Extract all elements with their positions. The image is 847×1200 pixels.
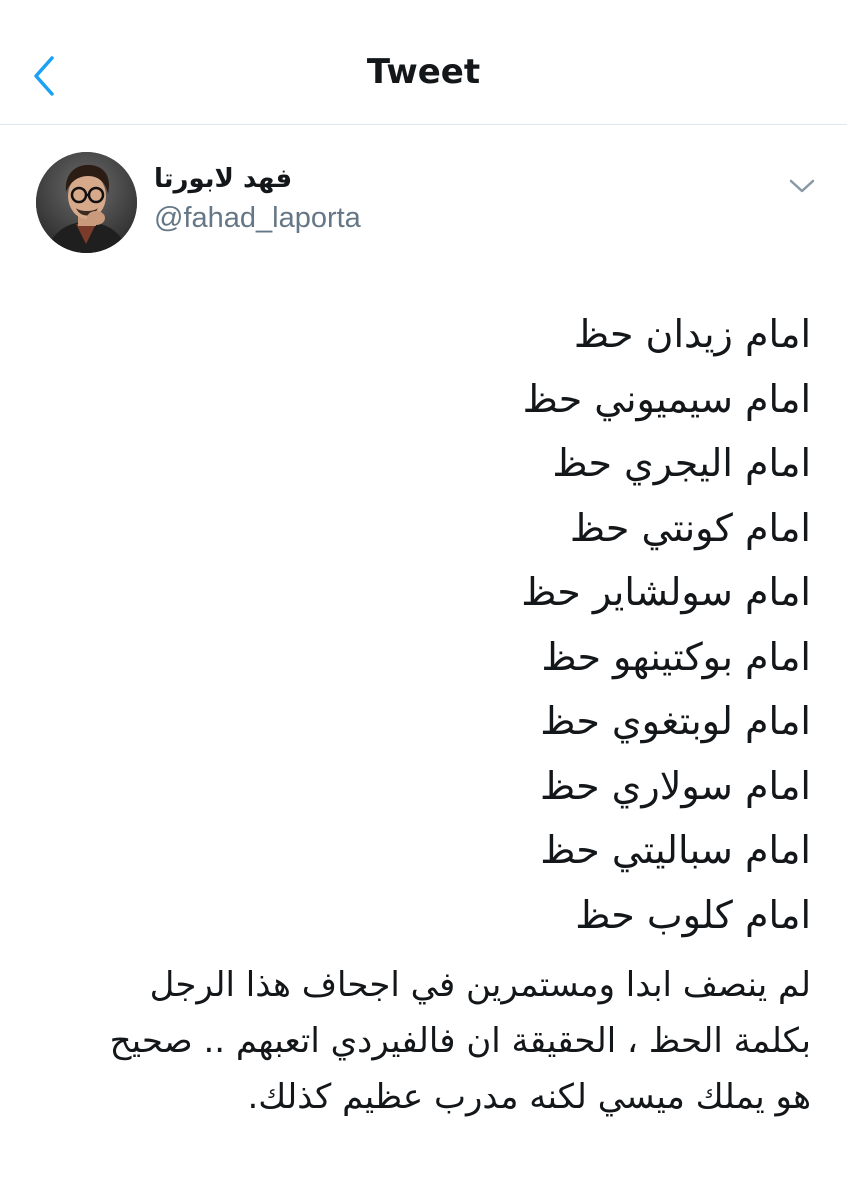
tweet-line: امام اليجري حظ xyxy=(552,441,811,485)
page-title: Tweet xyxy=(366,52,481,92)
paragraph-line: هو يملك ميسي لكنه مدرب عظيم كذلك. xyxy=(247,1077,811,1117)
chevron-down-icon xyxy=(789,179,815,193)
tweet-line: امام سيميوني حظ xyxy=(522,376,811,421)
tweet-line: امام سولشاير حظ xyxy=(521,570,811,614)
author-handle[interactable]: @fahad_laporta xyxy=(154,202,361,235)
avatar-image xyxy=(36,152,137,253)
avatar[interactable] xyxy=(36,152,137,253)
more-options-button[interactable] xyxy=(788,176,816,196)
tweet-line: امام كلوب حظ xyxy=(575,892,811,937)
tweet-line: امام لوبتغوي حظ xyxy=(540,699,811,743)
tweet-paragraph: لم ينصف ابدا ومستمرين في اجحاف هذا الرجل… xyxy=(31,957,811,1125)
tweet-line: امام زيدان حظ xyxy=(573,312,811,356)
tweet-line: امام سباليتي حظ xyxy=(540,828,811,872)
author-display-name[interactable]: فهد لابورتا xyxy=(154,164,292,194)
tweet-line: امام سولاري حظ xyxy=(540,763,811,808)
paragraph-line: بكلمة الحظ ، الحقيقة ان فالفيردي اتعبهم … xyxy=(109,1021,811,1061)
tweet-text: امام زيدان حظ امام سيميوني حظ امام اليجر… xyxy=(31,302,811,1125)
tweet-header: فهد لابورتا @fahad_laporta xyxy=(0,126,847,266)
tweet-line: امام كونتي حظ xyxy=(569,505,811,550)
paragraph-line: لم ينصف ابدا ومستمرين في اجحاف هذا الرجل xyxy=(149,965,811,1005)
navigation-bar: Tweet xyxy=(0,0,847,125)
tweet-line: امام بوكتينهو حظ xyxy=(541,634,811,679)
